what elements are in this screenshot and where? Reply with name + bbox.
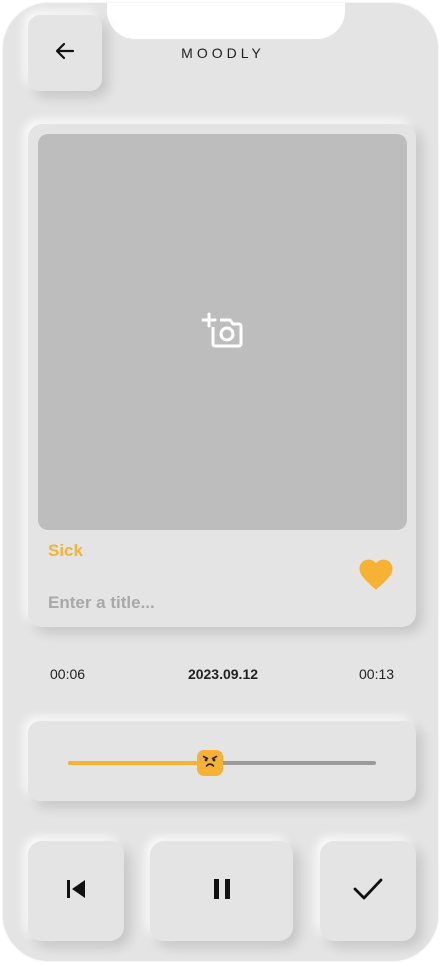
skip-previous-icon bbox=[65, 878, 87, 905]
add-photo-camera-icon bbox=[201, 310, 245, 355]
previous-button[interactable] bbox=[28, 841, 124, 941]
photo-placeholder[interactable] bbox=[38, 134, 407, 530]
entry-card: Sick bbox=[28, 124, 416, 627]
sick-face-icon bbox=[201, 754, 219, 773]
pause-button[interactable] bbox=[150, 841, 293, 941]
slider-progress bbox=[68, 761, 210, 765]
confirm-button[interactable] bbox=[320, 841, 416, 941]
arrow-left-icon bbox=[53, 39, 77, 68]
entry-date: 2023.09.12 bbox=[187, 666, 259, 682]
heart-icon[interactable] bbox=[358, 557, 394, 591]
app-title: MOODLY bbox=[181, 45, 265, 61]
mood-slider-panel bbox=[28, 721, 416, 801]
title-input[interactable] bbox=[46, 589, 340, 617]
slider-thumb[interactable] bbox=[196, 750, 223, 776]
elapsed-time: 00:06 bbox=[50, 666, 86, 682]
check-icon bbox=[353, 877, 383, 906]
back-button[interactable] bbox=[28, 15, 102, 91]
mood-label: Sick bbox=[48, 541, 83, 560]
device-notch bbox=[107, 3, 345, 39]
phone-screen: MOODLY Sick 00:06 2023.09.12 00:13 bbox=[3, 3, 438, 961]
pause-icon bbox=[211, 878, 233, 905]
total-duration: 00:13 bbox=[359, 666, 395, 682]
